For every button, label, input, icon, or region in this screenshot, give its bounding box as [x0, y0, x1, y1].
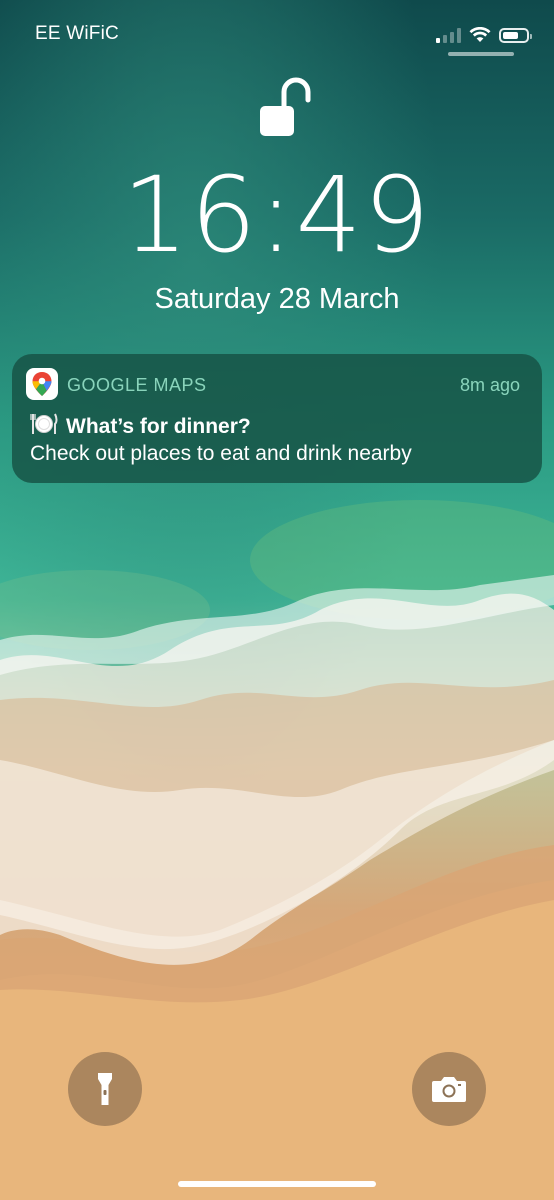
flashlight-icon	[98, 1073, 112, 1105]
wifi-icon	[469, 27, 491, 42]
camera-button[interactable]	[412, 1052, 486, 1126]
camera-icon	[432, 1077, 466, 1102]
battery-icon	[499, 27, 532, 43]
notification-app-name: GOOGLE MAPS	[67, 375, 207, 395]
flashlight-button[interactable]	[68, 1052, 142, 1126]
control-center-grabber[interactable]	[448, 52, 514, 56]
notification-title: What’s for dinner?	[30, 412, 251, 442]
notification-time: 8m ago	[459, 375, 520, 395]
home-indicator[interactable]	[178, 1181, 376, 1187]
cellular-signal-icon	[436, 27, 461, 43]
unlocked-padlock-icon	[258, 76, 314, 143]
status-bar: EE WiFiC	[0, 0, 554, 70]
google-maps-icon	[26, 368, 58, 400]
notification-card[interactable]: GOOGLE MAPS 8m ago What’s for dinner? Ch…	[12, 354, 542, 483]
notification-body: Check out places to eat and drink nearby	[30, 442, 412, 465]
date-label: Saturday 28 March	[154, 283, 400, 315]
notification-title-text: What’s for dinner?	[66, 415, 251, 438]
carrier-label: EE WiFiC	[35, 23, 119, 44]
fork-knife-plate-icon	[30, 412, 58, 442]
status-icons	[436, 23, 532, 47]
clock-time: 16:49	[122, 154, 432, 276]
